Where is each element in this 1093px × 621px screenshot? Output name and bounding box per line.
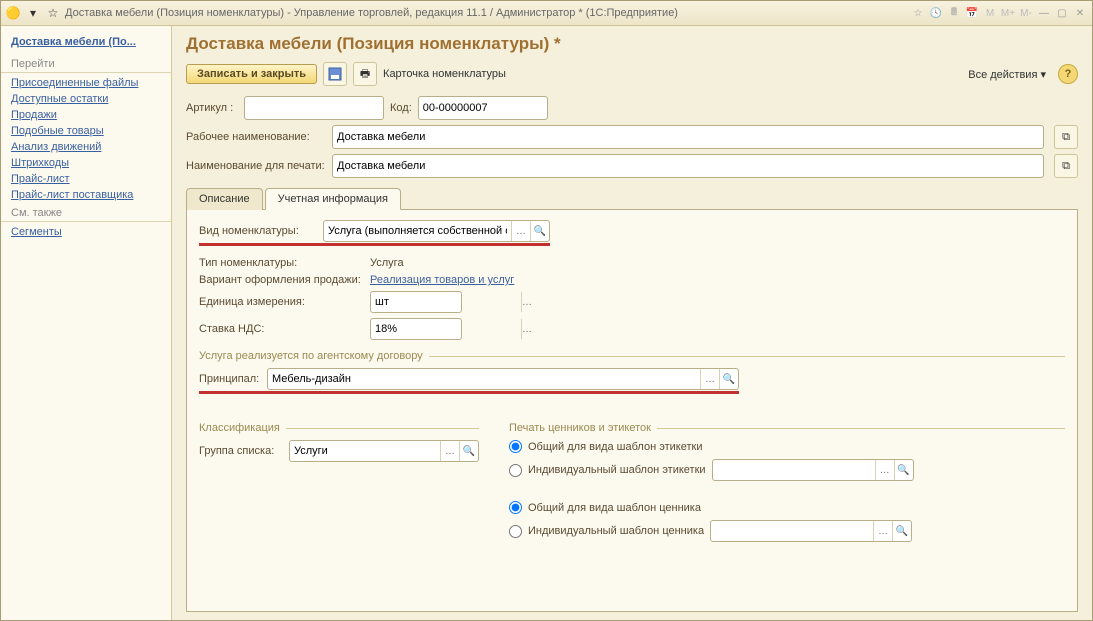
dropdown-icon[interactable]: ▾ (25, 5, 41, 21)
calendar-icon[interactable]: 📅 (964, 6, 980, 20)
radio-price-common[interactable] (509, 501, 522, 514)
tabs: Описание Учетная информация (186, 187, 1078, 210)
fav-icon[interactable]: ☆ (910, 6, 926, 20)
price-individual-input[interactable] (711, 521, 873, 541)
kind-ellipsis-icon[interactable]: … (511, 221, 530, 241)
sidebar-link-segments[interactable]: Сегменты (1, 224, 171, 240)
classif-section-title: Классификация (199, 422, 479, 434)
unit-ellipsis-icon[interactable]: … (521, 292, 532, 312)
m-button[interactable]: M (982, 6, 998, 20)
radio-price-individual-text: Индивидуальный шаблон ценника (528, 525, 704, 537)
vat-input[interactable] (371, 319, 521, 339)
group-combo[interactable]: … 🔍 (289, 440, 479, 462)
window-title: Доставка мебели (Позиция номенклатуры) -… (65, 7, 906, 19)
work-name-label: Рабочее наименование: (186, 131, 326, 143)
radio-price-individual[interactable] (509, 525, 522, 538)
sidebar-link-pricelist[interactable]: Прайс-лист (1, 171, 171, 187)
minimize-icon[interactable]: — (1036, 6, 1052, 20)
maximize-icon[interactable]: ▢ (1054, 6, 1070, 20)
print-section-title: Печать ценников и этикеток (509, 422, 1065, 434)
variant-label: Вариант оформления продажи: (199, 274, 364, 286)
sidebar-link-stock[interactable]: Доступные остатки (1, 91, 171, 107)
principal-ellipsis-icon[interactable]: … (700, 369, 719, 389)
radio-label-individual-text: Индивидуальный шаблон этикетки (528, 464, 706, 476)
save-icon[interactable] (323, 62, 347, 86)
help-icon[interactable]: ? (1058, 64, 1078, 84)
copy-icon[interactable]: ⧉ (1054, 125, 1078, 149)
tab-content: Вид номенклатуры: … 🔍 Тип номенклатуры: … (186, 210, 1078, 612)
vat-combo[interactable]: … (370, 318, 462, 340)
principal-combo[interactable]: … 🔍 (267, 368, 739, 390)
group-input[interactable] (290, 441, 440, 461)
copy-icon-2[interactable]: ⧉ (1054, 154, 1078, 178)
m-plus-button[interactable]: M+ (1000, 6, 1016, 20)
radio-label-common[interactable] (509, 440, 522, 453)
radio-price-common-text: Общий для вида шаблон ценника (528, 502, 701, 514)
label-ind-search-icon[interactable]: 🔍 (894, 460, 913, 480)
vat-ellipsis-icon[interactable]: … (521, 319, 532, 339)
sidebar-title[interactable]: Доставка мебели (По... (1, 34, 171, 54)
sidebar-link-barcodes[interactable]: Штрихкоды (1, 155, 171, 171)
sidebar-link-similar[interactable]: Подобные товары (1, 123, 171, 139)
unit-combo[interactable]: … (370, 291, 462, 313)
sidebar: Доставка мебели (По... Перейти Присоедин… (1, 26, 172, 620)
sidebar-link-supplier-pricelist[interactable]: Прайс-лист поставщика (1, 187, 171, 203)
agent-section-title: Услуга реализуется по агентскому договор… (199, 350, 1065, 362)
radio-label-individual[interactable] (509, 464, 522, 477)
code-input[interactable] (418, 96, 548, 120)
group-ellipsis-icon[interactable]: … (440, 441, 459, 461)
sidebar-link-analysis[interactable]: Анализ движений (1, 139, 171, 155)
article-label: Артикул : (186, 102, 238, 114)
save-close-button[interactable]: Записать и закрыть (186, 64, 317, 84)
m-minus-button[interactable]: M- (1018, 6, 1034, 20)
kind-search-icon[interactable]: 🔍 (530, 221, 549, 241)
principal-label: Принципал: (199, 373, 261, 385)
tab-description[interactable]: Описание (186, 188, 263, 210)
app-icon: 🟡 (5, 5, 21, 21)
label-ind-ellipsis-icon[interactable]: … (875, 460, 894, 480)
type-value: Услуга (370, 257, 404, 269)
titlebar: 🟡 ▾ ☆ Доставка мебели (Позиция номенклат… (1, 1, 1092, 26)
work-name-input[interactable] (332, 125, 1044, 149)
group-search-icon[interactable]: 🔍 (459, 441, 478, 461)
label-individual-input[interactable] (713, 460, 875, 480)
sidebar-group-head-2: См. также (1, 203, 171, 222)
article-input[interactable] (244, 96, 384, 120)
sidebar-link-files[interactable]: Присоединенные файлы (1, 75, 171, 91)
principal-input[interactable] (268, 369, 700, 389)
print-name-label: Наименование для печати: (186, 160, 326, 172)
kind-label: Вид номенклатуры: (199, 225, 317, 237)
sidebar-group-head-1: Перейти (1, 54, 171, 73)
vat-label: Ставка НДС: (199, 323, 364, 335)
principal-search-icon[interactable]: 🔍 (719, 369, 738, 389)
label-individual-combo[interactable]: … 🔍 (712, 459, 914, 481)
variant-value[interactable]: Реализация товаров и услуг (370, 274, 514, 286)
price-individual-combo[interactable]: … 🔍 (710, 520, 912, 542)
group-label: Группа списка: (199, 445, 283, 457)
kind-input[interactable] (324, 221, 511, 241)
type-label: Тип номенклатуры: (199, 257, 364, 269)
print-card-icon[interactable]: 🖶 (353, 62, 377, 86)
star-icon[interactable]: ☆ (45, 5, 61, 21)
kind-combo[interactable]: … 🔍 (323, 220, 550, 242)
price-ind-ellipsis-icon[interactable]: … (873, 521, 892, 541)
main-area: Доставка мебели (Позиция номенклатуры) *… (172, 26, 1092, 620)
close-icon[interactable]: ✕ (1072, 6, 1088, 20)
code-label: Код: (390, 102, 412, 114)
radio-label-common-text: Общий для вида шаблон этикетки (528, 441, 702, 453)
unit-label: Единица измерения: (199, 296, 364, 308)
card-link[interactable]: Карточка номенклатуры (383, 68, 506, 80)
toolbar: Записать и закрыть 🖶 Карточка номенклату… (186, 62, 1078, 86)
sidebar-link-sales[interactable]: Продажи (1, 107, 171, 123)
unit-input[interactable] (371, 292, 521, 312)
calc-icon[interactable]: 🖩 (946, 6, 962, 20)
tab-accounting[interactable]: Учетная информация (265, 188, 401, 210)
price-ind-search-icon[interactable]: 🔍 (892, 521, 911, 541)
history-icon[interactable]: 🕓 (928, 6, 944, 20)
print-name-input[interactable] (332, 154, 1044, 178)
page-title: Доставка мебели (Позиция номенклатуры) * (186, 34, 1078, 54)
all-actions[interactable]: Все действия ▾ (968, 68, 1046, 81)
